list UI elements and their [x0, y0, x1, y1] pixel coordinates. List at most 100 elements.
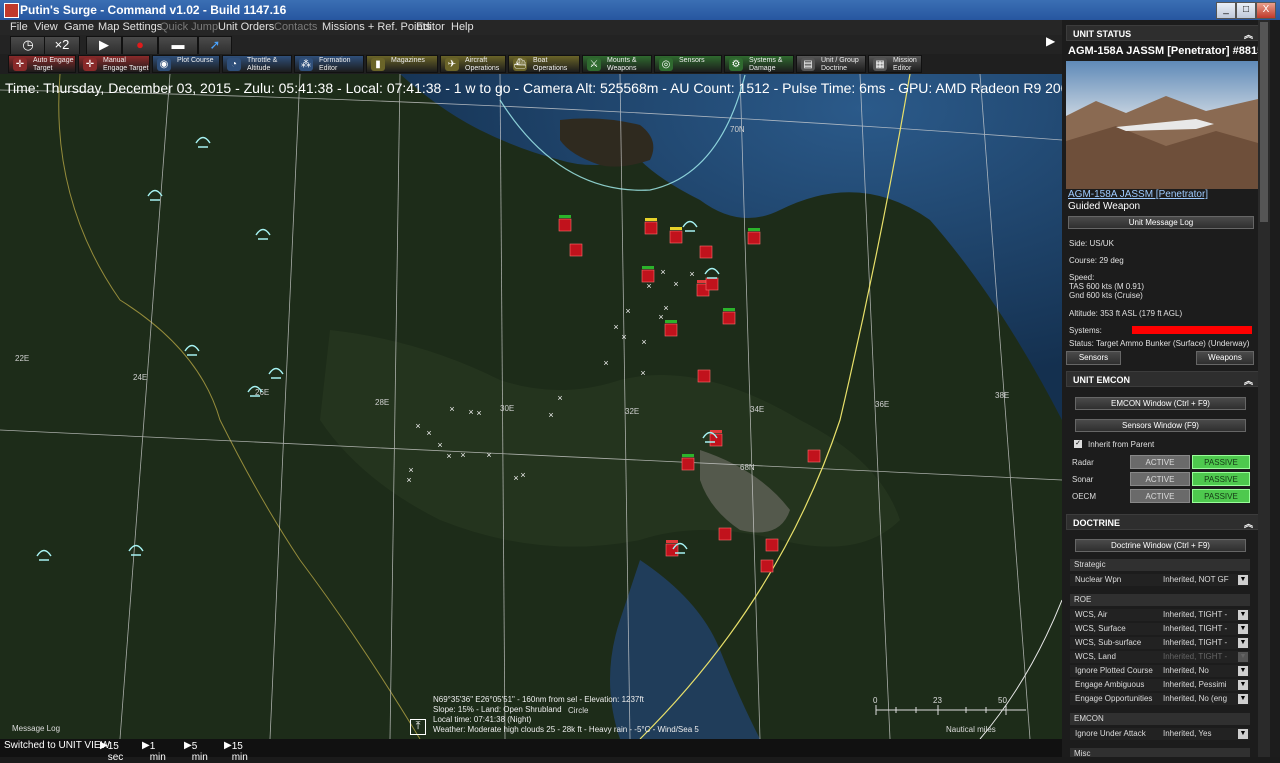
doctrine-window-button[interactable]: Doctrine Window (Ctrl + F9): [1075, 539, 1246, 552]
weapons-button[interactable]: Weapons: [1196, 351, 1254, 365]
record-button[interactable]: ●: [122, 36, 158, 55]
enemy-bunker-icon[interactable]: [558, 218, 572, 232]
enemy-bunker-icon[interactable]: [699, 245, 713, 259]
enemy-bunker-icon[interactable]: [747, 231, 761, 245]
menu-missions[interactable]: Missions + Ref. Points: [322, 21, 431, 33]
toolbar-button-5[interactable]: ▮ Magazines: [366, 55, 438, 73]
step-1min-button[interactable]: ▶ 1 min: [142, 740, 166, 763]
weapon-marker-icon[interactable]: ×: [689, 269, 694, 279]
emcon-passive-button[interactable]: PASSIVE: [1192, 472, 1250, 486]
weapon-marker-icon[interactable]: ×: [548, 410, 553, 420]
doctrine-row[interactable]: WCS, Sub-surface Inherited, TIGHT - ▼: [1070, 637, 1250, 649]
collapse-icon[interactable]: ︽: [1244, 517, 1253, 530]
enemy-bunker-icon[interactable]: [664, 323, 678, 337]
doctrine-row[interactable]: Engage Opportunities Inherited, No (eng ▼: [1070, 693, 1250, 705]
toolbar-button-7[interactable]: ⛴ Boat Operations: [508, 55, 580, 73]
enemy-bunker-icon[interactable]: [681, 457, 695, 471]
chevron-down-icon[interactable]: ▼: [1238, 729, 1248, 739]
chevron-down-icon[interactable]: ▼: [1238, 624, 1248, 634]
unit-status-header[interactable]: UNIT STATUS ︽: [1066, 25, 1260, 41]
enemy-bunker-icon[interactable]: [644, 221, 658, 235]
maximize-button[interactable]: □: [1236, 2, 1256, 19]
weapon-marker-icon[interactable]: ×: [460, 450, 465, 460]
weapon-marker-icon[interactable]: ×: [415, 421, 420, 431]
weapon-marker-icon[interactable]: ×: [449, 404, 454, 414]
weapon-marker-icon[interactable]: ×: [641, 337, 646, 347]
enemy-bunker-icon[interactable]: [807, 449, 821, 463]
doctrine-header[interactable]: DOCTRINE ︽: [1066, 514, 1260, 530]
weapon-marker-icon[interactable]: ×: [476, 408, 481, 418]
weapon-marker-icon[interactable]: ×: [520, 470, 525, 480]
emcon-active-button[interactable]: ACTIVE: [1130, 472, 1190, 486]
menu-editor[interactable]: Editor: [416, 21, 445, 33]
panel-toggle-icon[interactable]: ▶: [1046, 34, 1055, 48]
menu-view[interactable]: View: [34, 21, 58, 33]
toolbar-button-1[interactable]: ✛ Manual Engage Target: [78, 55, 150, 73]
doctrine-row[interactable]: WCS, Air Inherited, TIGHT - ▼: [1070, 609, 1250, 621]
menu-file[interactable]: File: [10, 21, 28, 33]
weapon-marker-icon[interactable]: ×: [603, 358, 608, 368]
step-15min-button[interactable]: ▶ 15 min: [224, 740, 248, 763]
weapon-marker-icon[interactable]: ×: [621, 332, 626, 342]
toolbar-button-2[interactable]: ◉ Plot Course: [152, 55, 220, 73]
doctrine-row[interactable]: WCS, Surface Inherited, TIGHT - ▼: [1070, 623, 1250, 635]
toolbar-button-3[interactable]: ◔ Throttle & Altitude: [222, 55, 292, 73]
panel-scrollbar[interactable]: [1258, 20, 1270, 757]
up-arrow-button[interactable]: ⤒: [410, 719, 426, 735]
weapon-marker-icon[interactable]: ×: [446, 451, 451, 461]
weapon-marker-icon[interactable]: ×: [426, 428, 431, 438]
weapon-marker-icon[interactable]: ×: [660, 267, 665, 277]
unit-message-log-button[interactable]: Unit Message Log: [1068, 216, 1254, 229]
weapon-marker-icon[interactable]: ×: [625, 306, 630, 316]
toolbar-button-10[interactable]: ⚙ Systems & Damage: [724, 55, 794, 73]
toolbar-button-9[interactable]: ◎ Sensors: [654, 55, 722, 73]
toolbar-button-0[interactable]: ✛ Auto Engage Target: [8, 55, 76, 73]
weapon-marker-icon[interactable]: ×: [486, 450, 491, 460]
play-button[interactable]: ▶: [86, 36, 122, 55]
chevron-down-icon[interactable]: ▼: [1238, 680, 1248, 690]
collapse-icon[interactable]: ︽: [1244, 374, 1253, 387]
doctrine-row-ignore-attack[interactable]: Ignore Under Attack Inherited, Yes ▼: [1070, 728, 1250, 740]
emcon-passive-button[interactable]: PASSIVE: [1192, 489, 1250, 503]
minimize-button[interactable]: _: [1216, 2, 1236, 19]
toolbar-button-11[interactable]: ▤ Unit / Group Doctrine: [796, 55, 866, 73]
emcon-active-button[interactable]: ACTIVE: [1130, 455, 1190, 469]
close-button[interactable]: X: [1256, 2, 1276, 19]
doctrine-row-nuclear[interactable]: Nuclear Wpn Inherited, NOT GF ▼: [1070, 574, 1250, 586]
emcon-passive-button[interactable]: PASSIVE: [1192, 455, 1250, 469]
toolbar-button-6[interactable]: ✈ Aircraft Operations: [440, 55, 506, 73]
enemy-bunker-icon[interactable]: [669, 230, 683, 244]
chevron-down-icon[interactable]: ▼: [1238, 638, 1248, 648]
weapon-marker-icon[interactable]: ×: [613, 322, 618, 332]
menu-help[interactable]: Help: [451, 21, 474, 33]
chevron-down-icon[interactable]: ▼: [1238, 666, 1248, 676]
weapon-marker-icon[interactable]: ×: [513, 473, 518, 483]
sensors-button[interactable]: Sensors: [1066, 351, 1121, 365]
weapon-marker-icon[interactable]: ×: [406, 475, 411, 485]
enemy-bunker-icon[interactable]: [705, 277, 719, 291]
weapon-marker-icon[interactable]: ×: [408, 465, 413, 475]
weapon-marker-icon[interactable]: ×: [673, 279, 678, 289]
step-15sec-button[interactable]: ▶ 15 sec: [100, 740, 123, 763]
menu-contacts[interactable]: Contacts: [274, 21, 317, 33]
ship-button[interactable]: ▬: [158, 36, 198, 55]
enemy-bunker-icon[interactable]: [569, 243, 583, 257]
inherit-checkbox[interactable]: ✓: [1074, 440, 1082, 448]
doctrine-row[interactable]: Engage Ambiguous Inherited, Pessimi ▼: [1070, 679, 1250, 691]
map-canvas[interactable]: 70N 68N 22E 24E 26E 28E 30E 32E 34E 36E …: [0, 74, 1062, 739]
weapon-marker-icon[interactable]: ×: [663, 303, 668, 313]
menu-map-settings[interactable]: Map Settings: [98, 21, 162, 33]
toolbar-button-4[interactable]: ⁂ Formation Editor: [294, 55, 364, 73]
menu-quick-jump[interactable]: Quick Jump: [160, 21, 218, 33]
chevron-down-icon[interactable]: ▼: [1238, 575, 1248, 585]
emcon-window-button[interactable]: EMCON Window (Ctrl + F9): [1075, 397, 1246, 410]
chevron-down-icon[interactable]: ▼: [1238, 610, 1248, 620]
sensors-window-button[interactable]: Sensors Window (F9): [1075, 419, 1246, 432]
emcon-active-button[interactable]: ACTIVE: [1130, 489, 1190, 503]
clock-button[interactable]: ◷: [10, 36, 46, 55]
weapon-marker-icon[interactable]: ×: [437, 440, 442, 450]
chevron-down-icon[interactable]: ▼: [1238, 652, 1248, 662]
weapon-marker-icon[interactable]: ×: [646, 281, 651, 291]
time-compression-button[interactable]: ×2: [44, 36, 80, 55]
unit-emcon-header[interactable]: UNIT EMCON ︽: [1066, 371, 1260, 387]
